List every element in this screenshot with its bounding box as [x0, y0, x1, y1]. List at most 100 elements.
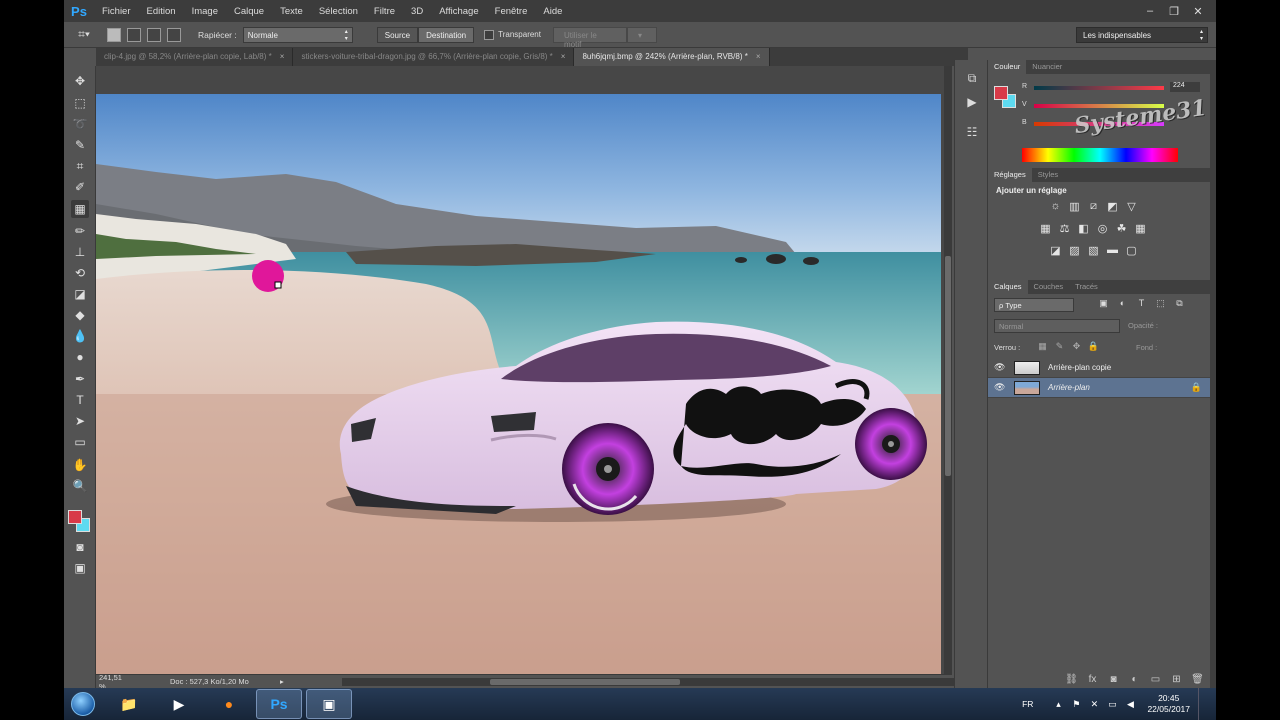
posterize-icon[interactable]: ▨ [1065, 244, 1084, 257]
horizontal-scrollbar[interactable] [342, 678, 962, 686]
menu-3d[interactable]: 3D [403, 6, 431, 17]
media-player-icon[interactable]: ▶ [156, 689, 202, 719]
red-slider[interactable]: R 224 [1022, 82, 1206, 93]
levels-icon[interactable]: ▥ [1065, 200, 1084, 213]
lasso-tool-icon[interactable]: ➰ [71, 115, 89, 133]
layer-style-icon[interactable]: fx [1082, 672, 1103, 688]
invert-icon[interactable]: ◪ [1046, 244, 1065, 257]
scroll-thumb[interactable] [490, 679, 680, 685]
workspace-select[interactable]: Les indispensables [1076, 27, 1208, 43]
transparent-checkbox[interactable] [484, 29, 495, 40]
curves-icon[interactable]: ⧄ [1084, 200, 1103, 213]
menu-fenetre[interactable]: Fenêtre [487, 6, 536, 17]
pattern-picker[interactable]: ▾ [626, 26, 657, 43]
eye-icon[interactable]: 👁 [994, 382, 1006, 393]
selective-color-icon[interactable]: ▬ [1103, 244, 1122, 257]
panel-scrollbar[interactable] [1210, 60, 1216, 688]
tab-calques[interactable]: Calques [988, 280, 1028, 294]
close-button[interactable]: ✕ [1186, 5, 1210, 18]
threshold-icon[interactable]: ▧ [1084, 244, 1103, 257]
subtract-selection-icon[interactable] [147, 27, 161, 42]
network-icon[interactable]: ✕ [1085, 699, 1103, 710]
hand-tool-icon[interactable]: ✋ [71, 456, 89, 474]
tab-traces[interactable]: Tracés [1069, 280, 1104, 294]
smart-object-filter-icon[interactable]: ⧉ [1170, 298, 1189, 309]
gradient-tool-icon[interactable]: ◆ [71, 306, 89, 324]
eyedropper-icon[interactable]: ✐ [71, 178, 89, 196]
intersect-selection-icon[interactable] [167, 27, 181, 42]
shape-filter-icon[interactable]: ⬚ [1151, 298, 1170, 309]
rapiecer-select[interactable]: Normale [242, 26, 353, 43]
stamp-tool-icon[interactable]: ⊥ [71, 243, 89, 261]
show-desktop-button[interactable] [1198, 688, 1206, 720]
menu-calque[interactable]: Calque [226, 6, 272, 17]
type-tool-icon[interactable]: T [71, 391, 89, 409]
blend-mode-select[interactable]: Normal [994, 319, 1120, 333]
eraser-tool-icon[interactable]: ◪ [71, 285, 89, 303]
foreground-color-swatch[interactable] [68, 510, 82, 524]
gradient-map-icon[interactable]: ▢ [1122, 244, 1141, 257]
photo-filter-icon[interactable]: ◎ [1093, 222, 1112, 235]
document-canvas[interactable] [96, 94, 941, 674]
type-filter-icon[interactable]: T [1132, 298, 1151, 309]
properties-icon[interactable]: ☷ [964, 124, 980, 140]
clock[interactable]: 20:45 22/05/2017 [1147, 693, 1190, 715]
menu-aide[interactable]: Aide [535, 6, 570, 17]
menu-texte[interactable]: Texte [272, 6, 311, 17]
move-tool-icon[interactable]: ✥ [71, 72, 89, 90]
lock-all-icon[interactable]: 🔒 [1085, 341, 1102, 352]
new-layer-icon[interactable]: ⊞ [1166, 672, 1187, 688]
actions-play-icon[interactable]: ▶ [964, 94, 980, 110]
tab-couleur[interactable]: Couleur [988, 60, 1027, 74]
history-brush-icon[interactable]: ⟲ [71, 264, 89, 282]
tab-8uh6jqmj[interactable]: 8uh6jqmj.bmp @ 242% (Arrière-plan, RVB/8… [574, 48, 770, 66]
adjustment-filter-icon[interactable]: ◐ [1113, 298, 1132, 309]
minimize-button[interactable]: – [1138, 5, 1162, 17]
tab-clip-4[interactable]: clip-4.jpg @ 58,2% (Arrière-plan copie, … [96, 48, 294, 66]
tab-close-icon[interactable]: × [756, 52, 761, 61]
source-button[interactable]: Source [376, 26, 419, 43]
quick-mask-icon[interactable]: ◙ [71, 538, 89, 556]
tab-reglages[interactable]: Réglages [988, 168, 1032, 182]
dodge-tool-icon[interactable]: ● [71, 348, 89, 366]
red-value[interactable]: 224 [1170, 82, 1200, 92]
layer-name[interactable]: Arrière-plan [1048, 383, 1090, 392]
scroll-thumb[interactable] [945, 256, 951, 476]
new-group-icon[interactable]: ▭ [1145, 672, 1166, 688]
layer-name[interactable]: Arrière-plan copie [1048, 363, 1111, 372]
tab-stickers[interactable]: stickers-voiture-tribal-dragon.jpg @ 66,… [293, 48, 575, 66]
layer-row[interactable]: 👁 Arrière-plan 🔒 [988, 378, 1216, 398]
exposure-icon[interactable]: ◩ [1103, 200, 1122, 213]
marquee-tool-icon[interactable]: ⬚ [71, 94, 89, 112]
menu-fichier[interactable]: Fichier [94, 6, 139, 17]
menu-filtre[interactable]: Filtre [366, 6, 403, 17]
destination-button[interactable]: Destination [418, 26, 475, 43]
delete-layer-icon[interactable]: 🗑 [1187, 672, 1208, 688]
brush-tool-icon[interactable]: ✏ [71, 222, 89, 240]
color-lookup-icon[interactable]: ▦ [1131, 222, 1150, 235]
menu-image[interactable]: Image [184, 6, 226, 17]
layer-row[interactable]: 👁 Arrière-plan copie [988, 358, 1216, 378]
path-selection-icon[interactable]: ➤ [71, 412, 89, 430]
menu-selection[interactable]: Sélection [311, 6, 366, 17]
tab-styles[interactable]: Styles [1032, 168, 1064, 182]
status-arrow-icon[interactable]: ▸ [280, 677, 284, 686]
pixel-filter-icon[interactable]: ▣ [1094, 298, 1113, 309]
zoom-level[interactable]: 241,51 % [96, 673, 130, 689]
new-selection-icon[interactable] [107, 27, 121, 42]
zoom-tool-icon[interactable]: 🔍 [71, 477, 89, 495]
screen-mode-icon[interactable]: ▣ [71, 559, 89, 577]
pen-tool-icon[interactable]: ✒ [71, 370, 89, 388]
eye-icon[interactable]: 👁 [994, 362, 1006, 373]
crop-tool-icon[interactable]: ⌗ [71, 157, 89, 175]
tab-nuancier[interactable]: Nuancier [1026, 60, 1068, 74]
vertical-scrollbar[interactable] [944, 66, 952, 674]
quick-selection-icon[interactable]: ✎ [71, 136, 89, 154]
vibrance-icon[interactable]: ▽ [1122, 200, 1141, 213]
new-adjustment-icon[interactable]: ◐ [1124, 672, 1145, 688]
flag-icon[interactable]: ⚑ [1067, 699, 1085, 710]
language-indicator[interactable]: FR [1022, 699, 1033, 709]
app-icon[interactable]: ▣ [306, 689, 352, 719]
tray-arrow-icon[interactable]: ▴ [1049, 699, 1067, 710]
menu-affichage[interactable]: Affichage [431, 6, 486, 17]
